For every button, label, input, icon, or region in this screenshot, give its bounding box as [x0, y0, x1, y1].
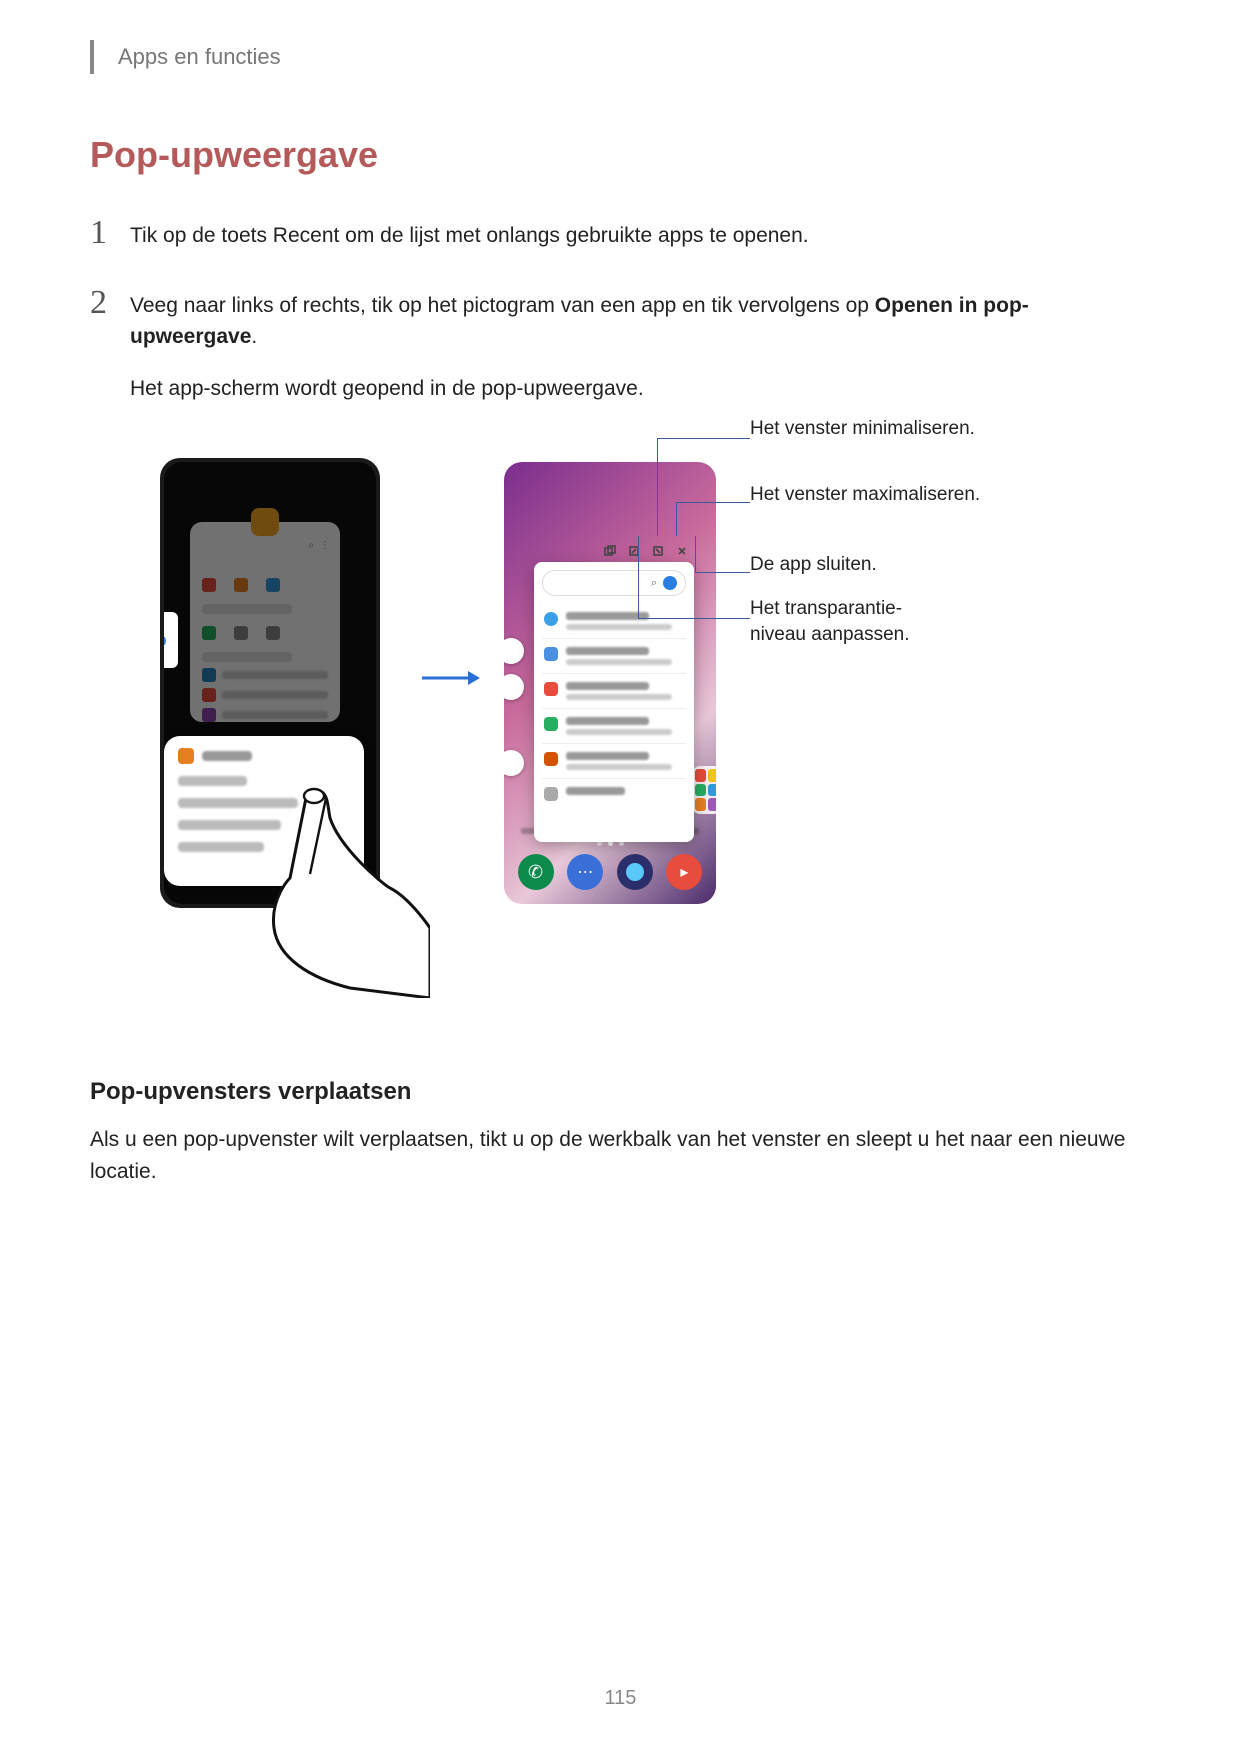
close-icon[interactable]: [676, 545, 688, 557]
home-folder: [692, 766, 716, 814]
home-icon: [504, 638, 524, 664]
callout-transparency: Het transparantie- niveau aanpassen.: [750, 596, 910, 647]
step-1: 1 Tik op de toets Recent om de lijst met…: [90, 216, 1151, 252]
popup-settings-list: [534, 604, 694, 809]
step-text-pre: Veeg naar links of rechts, tik op het pi…: [130, 294, 875, 317]
arrow-icon: [420, 668, 480, 688]
callout-minimize: Het venster minimaliseren.: [750, 416, 975, 442]
maximize-icon[interactable]: [652, 545, 664, 557]
phone-recents: ⌕ ⋮: [160, 458, 380, 908]
step-subtext: Het app-scherm wordt geopend in de pop-u…: [130, 373, 1151, 405]
popup-window-toolbar[interactable]: [534, 540, 694, 562]
step-text: Veeg naar links of rechts, tik op het pi…: [130, 286, 1151, 405]
step-number: 1: [90, 216, 130, 252]
phone-popup: ⌕ ✆ ⋯: [500, 458, 720, 908]
callout-maximize: Het venster maximaliseren.: [750, 482, 980, 508]
home-icon: [504, 674, 524, 700]
popup-search-bar: ⌕: [542, 570, 686, 596]
page-header: Apps en functies: [90, 40, 1151, 74]
phone-dock: ✆ ⋯ ▸: [504, 854, 716, 890]
figure: ⌕ ⋮: [130, 438, 1090, 1038]
step-text-post: .: [251, 325, 257, 348]
paragraph: Als u een pop-upvenster wilt verplaatsen…: [90, 1124, 1151, 1187]
transparency-icon[interactable]: [604, 545, 616, 557]
callout-close: De app sluiten.: [750, 552, 877, 578]
section-title: Pop-upweergave: [90, 134, 1151, 176]
step-2: 2 Veeg naar links of rechts, tik op het …: [90, 286, 1151, 405]
step-number: 2: [90, 286, 130, 405]
header-accent: [90, 40, 94, 74]
breadcrumb: Apps en functies: [118, 44, 281, 70]
step-text: Tik op de toets Recent om de lijst met o…: [130, 216, 809, 252]
home-icon: [504, 750, 524, 776]
subheading: Pop-upvensters verplaatsen: [90, 1078, 1151, 1106]
popup-window: ⌕: [534, 562, 694, 842]
phone-popup-screen: ⌕ ✆ ⋯: [504, 462, 716, 904]
hand-illustration: [230, 778, 430, 998]
page-number: 115: [0, 1687, 1241, 1710]
